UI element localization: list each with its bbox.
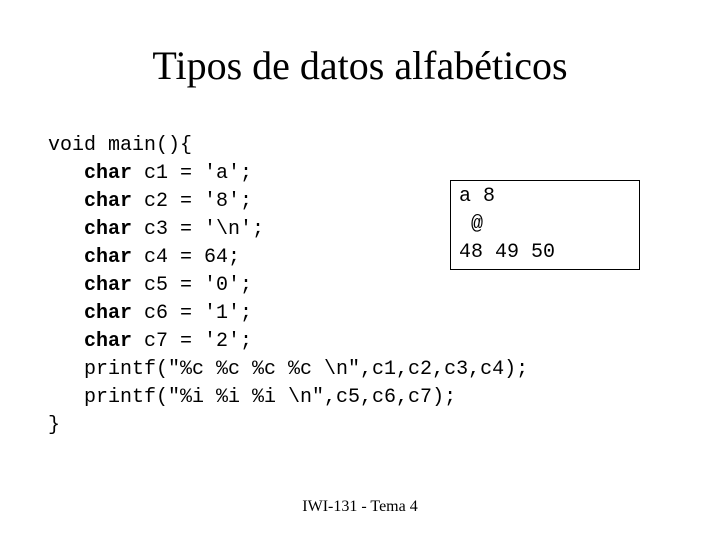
code-line-3: c2 = '8'; (132, 190, 252, 213)
indent (48, 302, 84, 325)
slide-footer: IWI-131 - Tema 4 (0, 498, 720, 516)
slide-title: Tipos de datos alfabéticos (0, 42, 720, 89)
indent (48, 274, 84, 297)
output-box: a 8 @ 48 49 50 (450, 180, 640, 270)
keyword-char: char (84, 190, 132, 213)
keyword-char: char (84, 162, 132, 185)
code-line-10: printf("%i %i %i \n",c5,c6,c7); (48, 386, 456, 409)
code-line-4: c3 = '\n'; (132, 218, 264, 241)
keyword-char: char (84, 218, 132, 241)
code-line-7: c6 = '1'; (132, 302, 252, 325)
indent (48, 330, 84, 353)
code-line-9: printf("%c %c %c %c \n",c1,c2,c3,c4); (48, 358, 528, 381)
output-line-2: @ (459, 213, 483, 236)
code-line-11: } (48, 414, 60, 437)
code-line-6: c5 = '0'; (132, 274, 252, 297)
indent (48, 218, 84, 241)
code-line-1: void main(){ (48, 134, 192, 157)
slide: Tipos de datos alfabéticos void main(){ … (0, 0, 720, 540)
output-line-3: 48 49 50 (459, 241, 555, 264)
indent (48, 246, 84, 269)
code-line-5: c4 = 64; (132, 246, 240, 269)
keyword-char: char (84, 246, 132, 269)
indent (48, 190, 84, 213)
keyword-char: char (84, 302, 132, 325)
code-line-2: c1 = 'a'; (132, 162, 252, 185)
output-line-1: a 8 (459, 185, 495, 208)
code-block: void main(){ char c1 = 'a'; char c2 = '8… (48, 132, 528, 440)
keyword-char: char (84, 330, 132, 353)
code-line-8: c7 = '2'; (132, 330, 252, 353)
indent (48, 162, 84, 185)
keyword-char: char (84, 274, 132, 297)
